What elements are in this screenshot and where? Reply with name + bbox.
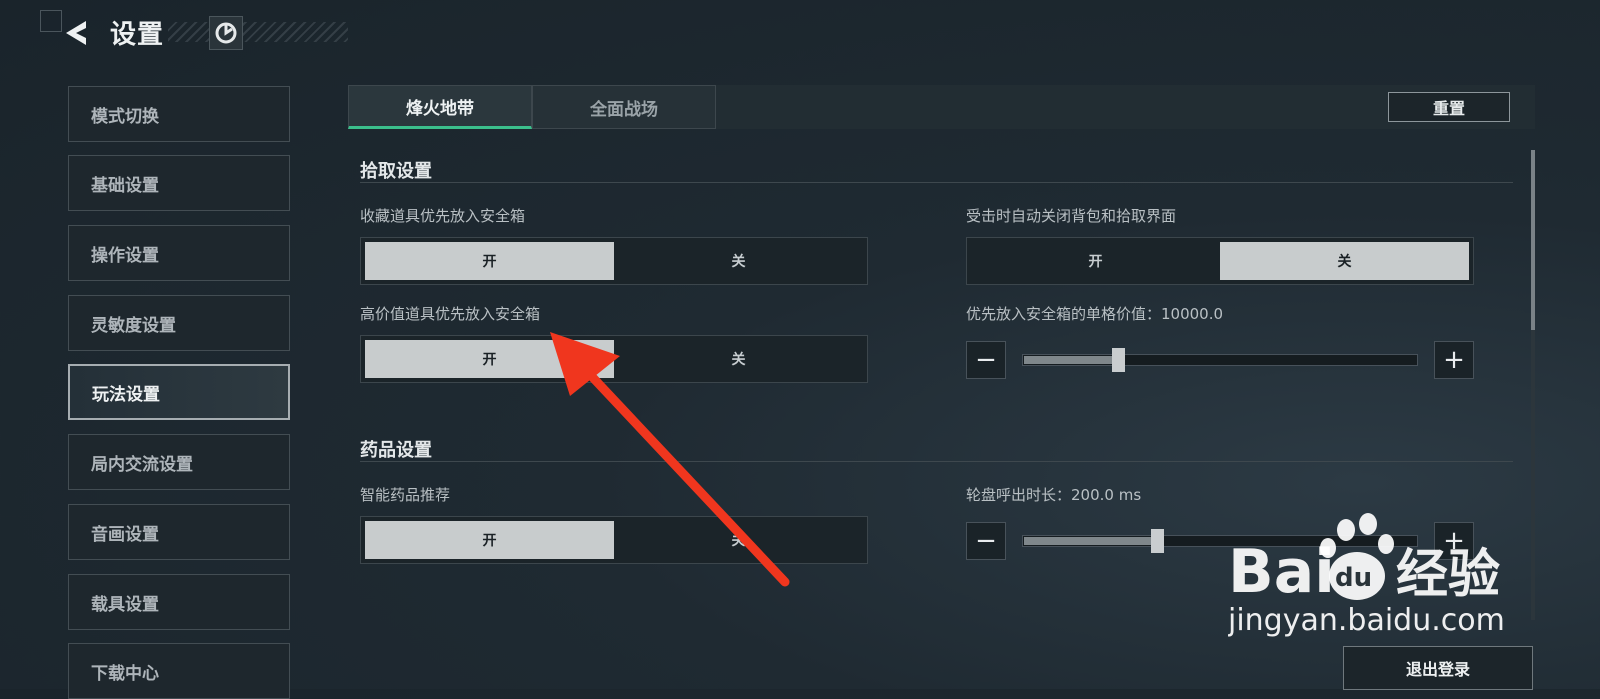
watermark-brand-a: Bai (1228, 537, 1335, 607)
sidebar-item-label: 载具设置 (91, 594, 159, 615)
section-divider (360, 461, 1513, 462)
slider-wheel-time[interactable] (1022, 529, 1418, 553)
sidebar-item-label: 操作设置 (91, 245, 159, 266)
baidu-watermark: Bai du 经验 jingyan.baidu.com (1228, 513, 1505, 638)
toggle-collect-safe[interactable]: 开 关 (360, 237, 868, 285)
toggle-on-option[interactable]: 开 (971, 242, 1220, 280)
back-arrow-icon[interactable] (62, 18, 92, 48)
watermark-brand-b: du (1335, 563, 1372, 593)
label-unit-value: 优先放入安全箱的单格价值：10000.0 (966, 305, 1224, 323)
sidebar-item-label: 玩法设置 (92, 384, 160, 405)
toggle-off-option[interactable]: 关 (614, 242, 863, 280)
paw-icon (1320, 513, 1394, 600)
label-auto-close: 受击时自动关闭背包和拾取界面 (966, 207, 1177, 225)
sidebar-item-communication-settings[interactable]: 局内交流设置 (68, 434, 290, 490)
sidebar-item-label: 音画设置 (91, 524, 159, 545)
sidebar-item-control-settings[interactable]: 操作设置 (68, 225, 290, 281)
slider-fill (1024, 537, 1158, 545)
section-title-medicine: 药品设置 (360, 440, 432, 461)
sidebar-item-label: 模式切换 (91, 106, 159, 127)
label-high-value-safe: 高价值道具优先放入安全箱 (360, 305, 541, 323)
tab-full-battlefield[interactable]: 全面战场 (532, 85, 716, 129)
slider-thumb[interactable] (1150, 529, 1164, 553)
tab-label: 全面战场 (590, 99, 658, 120)
sidebar-item-label: 局内交流设置 (91, 454, 193, 475)
annotation-arrow-icon (550, 332, 790, 587)
watermark-url: jingyan.baidu.com (1228, 603, 1505, 638)
tab-label: 烽火地带 (406, 98, 474, 119)
section-title-pickup: 拾取设置 (360, 161, 432, 182)
section-divider (360, 182, 1513, 183)
game-logo-icon[interactable] (209, 16, 243, 50)
decrease-button[interactable]: − (966, 522, 1006, 560)
header-hatch-decoration (168, 22, 348, 42)
page-title: 设置 (110, 20, 165, 50)
tab-fire-zone[interactable]: 烽火地带 (348, 85, 532, 129)
label-collect-safe: 收藏道具优先放入安全箱 (360, 207, 526, 225)
sidebar-item-mode-switch[interactable]: 模式切换 (68, 86, 290, 142)
toggle-on-option[interactable]: 开 (365, 242, 614, 280)
sidebar-item-label: 灵敏度设置 (91, 315, 176, 336)
increase-button[interactable]: + (1434, 522, 1474, 560)
scrollbar-thumb[interactable] (1531, 150, 1535, 330)
reset-button[interactable]: 重置 (1388, 92, 1510, 122)
logout-button[interactable]: 退出登录 (1343, 646, 1533, 690)
sidebar-item-label: 基础设置 (91, 175, 159, 196)
sidebar-item-basic-settings[interactable]: 基础设置 (68, 155, 290, 211)
label-smart-medicine: 智能药品推荐 (360, 486, 451, 504)
label-wheel-time: 轮盘呼出时长：200.0 ms (966, 486, 1142, 504)
decrease-button[interactable]: − (966, 341, 1006, 379)
sidebar-item-download-center[interactable]: 下载中心 (68, 643, 290, 699)
sidebar-item-vehicle-settings[interactable]: 载具设置 (68, 574, 290, 630)
toggle-auto-close[interactable]: 开 关 (966, 237, 1474, 285)
sidebar-item-gameplay-settings[interactable]: 玩法设置 (68, 364, 290, 420)
toggle-off-option[interactable]: 关 (1220, 242, 1469, 280)
corner-mark (40, 10, 62, 32)
sidebar-item-audio-video-settings[interactable]: 音画设置 (68, 504, 290, 560)
sidebar-item-label: 下载中心 (91, 663, 159, 684)
sidebar-item-sensitivity-settings[interactable]: 灵敏度设置 (68, 295, 290, 351)
increase-button[interactable]: + (1434, 341, 1474, 379)
slider-thumb[interactable] (1111, 348, 1125, 372)
slider-fill (1024, 356, 1119, 364)
slider-unit-value[interactable] (1022, 348, 1418, 372)
